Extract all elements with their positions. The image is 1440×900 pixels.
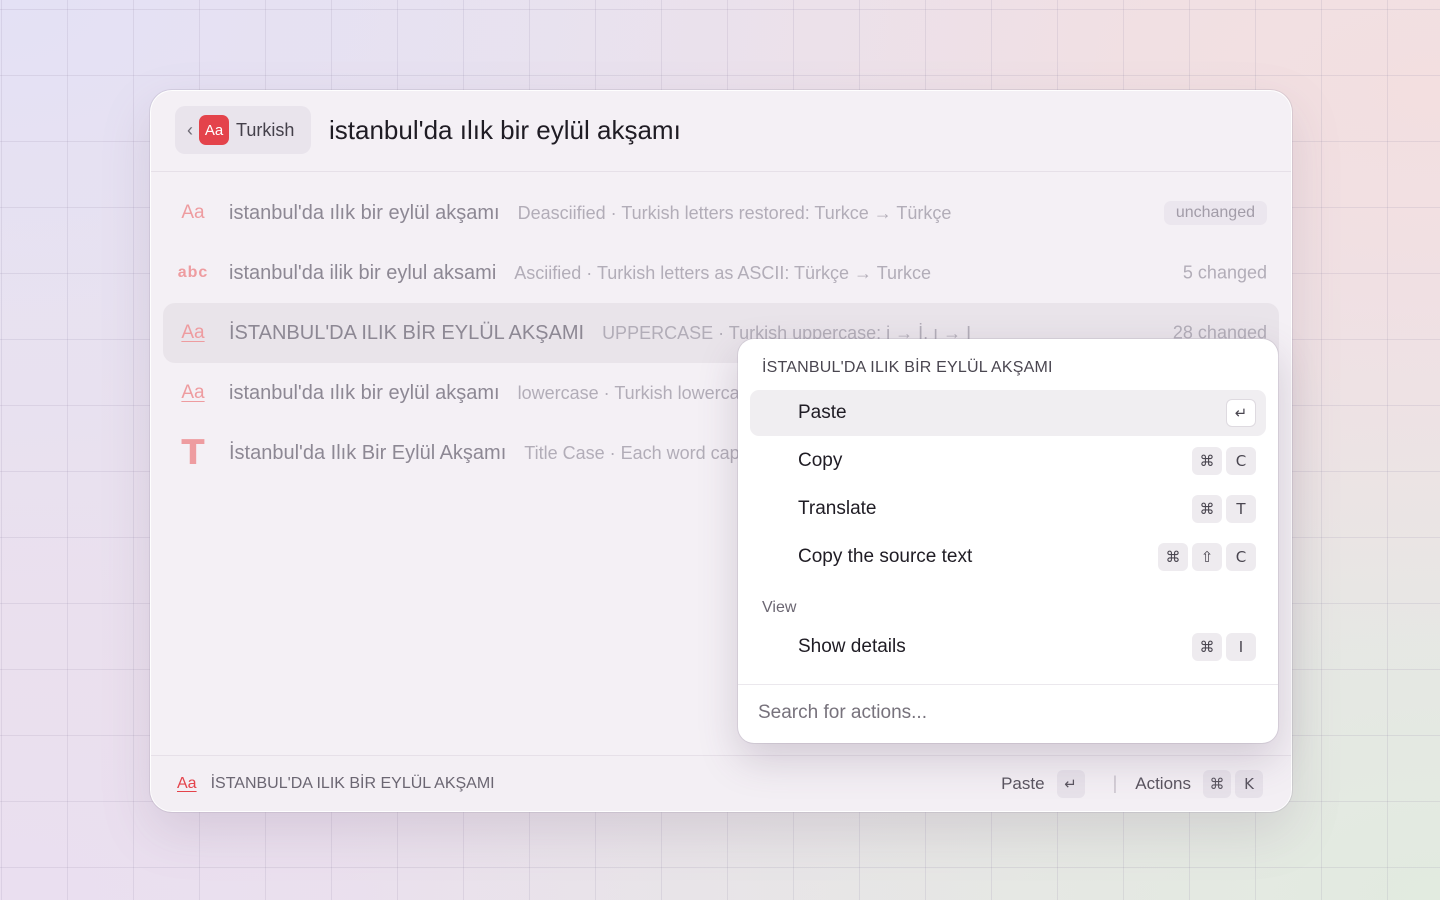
action-bar-actions: Paste ↵ | Actions ⌘ K <box>1001 756 1263 811</box>
list-item-subtitle: Asciified · Turkish letters as ASCII: Tü… <box>514 262 932 283</box>
action-bar: Aa İSTANBUL'DA ILIK BİR EYLÜL AKŞAMI Pas… <box>151 755 1291 811</box>
c-key: C <box>1226 543 1256 571</box>
menu-item-copy-source[interactable]: Copy the source text ⌘ ⇧ C <box>750 534 1266 580</box>
list-item[interactable]: abc istanbul'da ilik bir eylul aksami As… <box>163 243 1279 303</box>
list-item-title: istanbul'da ilik bir eylul aksami <box>229 261 497 284</box>
list-item-title: İstanbul'da Ilık Bir Eylül Akşamı <box>229 441 507 464</box>
list-item-title: istanbul'da ılık bir eylül akşamı <box>229 381 500 404</box>
search-input[interactable] <box>329 115 1029 146</box>
command-key-icon: ⌘ <box>1203 769 1231 798</box>
list-item-subtitle: lowercase · Turkish lowercase <box>517 382 759 403</box>
action-search-input[interactable] <box>756 701 1240 725</box>
list-item-title: İSTANBUL'DA ILIK BİR EYLÜL AKŞAMI <box>229 321 585 344</box>
ascii-icon: abc <box>177 264 209 281</box>
search-header: ‹ Aa Turkish <box>151 91 1291 172</box>
k-key: K <box>1235 769 1263 798</box>
command-key-icon: ⌘ <box>1158 543 1188 571</box>
shift-key-icon: ⇧ <box>1192 543 1222 571</box>
back-button-label: Turkish <box>236 119 295 140</box>
lowercase-icon: Aa <box>181 382 205 403</box>
menu-item-label: Show details <box>798 636 906 657</box>
menu-item-label: Copy the source text <box>798 546 973 567</box>
change-count: 5 changed <box>1182 262 1267 283</box>
text-case-icon: Aa <box>199 115 229 145</box>
enter-key-icon: ↵ <box>1056 769 1085 798</box>
menu-title: İSTANBUL'DA ILIK BİR EYLÜL AKŞAMI <box>762 359 1053 376</box>
text-case-icon: Aa <box>181 202 205 223</box>
title-case-icon: T <box>181 433 205 473</box>
i-key: I <box>1226 633 1256 661</box>
status-badge: unchanged <box>1163 201 1267 225</box>
uppercase-icon: Aa <box>181 322 205 343</box>
menu-item-copy[interactable]: Copy ⌘ C <box>750 438 1266 484</box>
menu-item-label: Copy <box>798 450 843 471</box>
uppercase-icon: Aa <box>177 774 197 792</box>
command-key-icon: ⌘ <box>1192 633 1222 661</box>
c-key: C <box>1226 447 1256 475</box>
actions-button[interactable]: Actions <box>1135 774 1191 794</box>
list-item-title: istanbul'da ılık bir eylül akşamı <box>229 201 500 224</box>
menu-item-label: Paste <box>798 402 847 423</box>
enter-key-icon: ↵ <box>1226 399 1256 427</box>
menu-item-label: Translate <box>798 498 877 519</box>
menu-section-label: View <box>762 599 797 616</box>
selected-item-title: İSTANBUL'DA ILIK BİR EYLÜL AKŞAMI <box>210 774 495 792</box>
chevron-left-icon: ‹ <box>187 119 193 140</box>
list-item-subtitle: Deasciified · Turkish letters restored: … <box>517 202 952 223</box>
menu-item-paste[interactable]: Paste ↵ <box>750 390 1266 436</box>
action-search <box>738 684 1278 743</box>
divider: | <box>1112 773 1118 793</box>
command-key-icon: ⌘ <box>1192 495 1222 523</box>
command-key-icon: ⌘ <box>1192 447 1222 475</box>
t-key: T <box>1226 495 1256 523</box>
menu-item-show-details[interactable]: Show details ⌘ I <box>750 624 1266 670</box>
actions-menu: İSTANBUL'DA ILIK BİR EYLÜL AKŞAMI Paste … <box>738 339 1278 743</box>
list-item[interactable]: Aa istanbul'da ılık bir eylül akşamı Dea… <box>163 183 1279 243</box>
paste-action-button[interactable]: Paste <box>1001 774 1044 794</box>
back-button[interactable]: ‹ Aa Turkish <box>175 106 311 154</box>
menu-item-translate[interactable]: Translate ⌘ T <box>750 486 1266 532</box>
